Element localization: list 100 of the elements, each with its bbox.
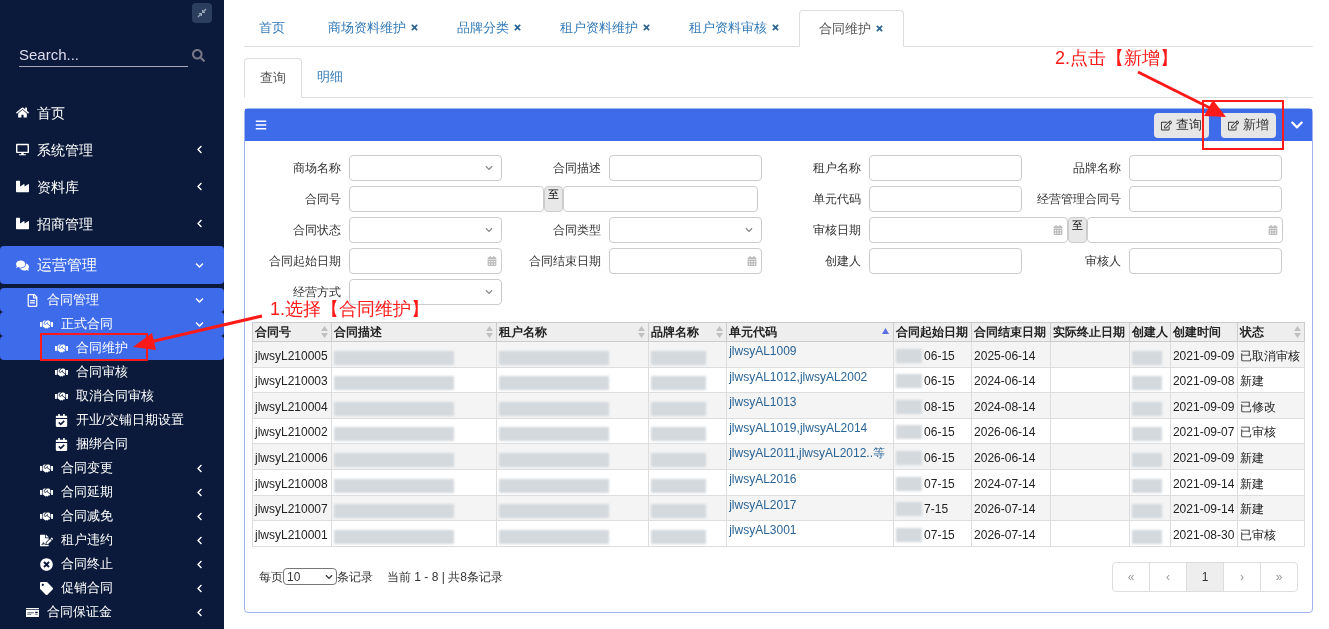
sidebar-item[interactable]: 合同终止 <box>0 552 224 576</box>
chevron-left-icon <box>195 583 204 593</box>
sidebar-item[interactable]: 合同保证金 <box>0 600 224 624</box>
sidebar-item[interactable]: 开业/交铺日期设置 <box>0 408 224 432</box>
sidebar-item[interactable]: 捆绑合同 <box>0 432 224 456</box>
input-field[interactable] <box>1129 155 1282 181</box>
sidebar-item[interactable]: 合同变更 <box>0 456 224 480</box>
table-cell-text: 新建 <box>1239 476 1264 491</box>
column-header[interactable]: 合同描述 <box>331 322 497 342</box>
table-cell-text: 2026-06-14 <box>974 450 1036 465</box>
column-header[interactable]: 单元代码 <box>726 322 894 342</box>
column-header[interactable]: 合同结束日期 <box>971 322 1051 342</box>
input-field[interactable] <box>869 186 1022 212</box>
blurred-area <box>650 452 706 467</box>
column-header[interactable]: 状态 <box>1237 322 1305 342</box>
column-header[interactable]: 创建时间 <box>1170 322 1238 342</box>
sidebar-item[interactable]: 系统管理 <box>0 131 224 168</box>
field-label: 单元代码 <box>812 191 862 207</box>
blurred-area <box>1131 478 1162 493</box>
table-cell-text: jlwsyL210002 <box>255 425 328 440</box>
sidebar-item[interactable]: 合同管理 <box>0 288 224 312</box>
table-cell-text: 06-15 <box>924 424 955 442</box>
select-field[interactable] <box>349 155 502 181</box>
table-cell-text: 06-15 <box>924 449 955 467</box>
select-field[interactable] <box>609 217 762 243</box>
field-label: 审核人 <box>1084 253 1122 269</box>
tab[interactable]: 首页 <box>244 9 309 46</box>
sidebar-item[interactable]: 首页 <box>0 94 224 131</box>
column-header[interactable]: 品牌名称 <box>648 322 727 342</box>
column-header[interactable]: 合同号 <box>252 322 332 342</box>
sidebar-item[interactable]: 运营管理 <box>0 246 224 284</box>
table-cell-text: jlwsyL210003 <box>255 374 328 389</box>
search-field[interactable]: Search... <box>19 43 188 67</box>
field-label: 合同结束日期 <box>528 253 602 269</box>
tab[interactable]: 查询 <box>244 58 302 98</box>
toolbar-button[interactable]: 新增 <box>1221 112 1276 138</box>
table-cell-text: 已修改 <box>1239 399 1276 414</box>
toolbar-button[interactable]: 查询 <box>1154 112 1209 138</box>
tag-icon <box>40 581 53 595</box>
sidebar-item[interactable]: 合同审核 <box>0 360 224 384</box>
sidebar-item[interactable]: 合同减免 <box>0 504 224 528</box>
field-label: 合同起始日期 <box>268 253 342 269</box>
sidebar-item[interactable]: 资料库 <box>0 168 224 205</box>
sidebar-item[interactable]: 正式合同 <box>0 312 224 336</box>
tab[interactable]: 合同维护 <box>799 10 904 47</box>
chevron-down-icon <box>195 295 204 305</box>
column-header[interactable]: 租户名称 <box>496 322 649 342</box>
sidebar-item[interactable]: 合同延期 <box>0 480 224 504</box>
input-field[interactable] <box>1129 186 1282 212</box>
edit-icon <box>1161 119 1172 131</box>
tab[interactable]: 明细 <box>302 57 358 97</box>
blurred-area <box>650 350 706 365</box>
calendar-icon <box>55 437 68 451</box>
input-field[interactable] <box>869 155 1022 181</box>
sidebar-item[interactable]: 租户违约 <box>0 528 224 552</box>
table-cell-text: 2026-07-14 <box>974 502 1036 517</box>
column-header[interactable]: 创建人 <box>1129 322 1171 342</box>
table-cell-text: 2025-06-14 <box>974 348 1036 363</box>
blurred-area <box>1131 401 1162 416</box>
input-field[interactable] <box>869 248 1022 274</box>
column-header[interactable]: 合同起始日期 <box>893 322 972 342</box>
caret-icon <box>485 164 493 172</box>
tab[interactable]: 租户资料审核 <box>670 9 799 46</box>
sidebar-item[interactable]: 合同维护 <box>0 336 224 360</box>
chevron-left-icon <box>195 559 204 569</box>
blurred-area <box>1131 452 1162 467</box>
chat-icon <box>16 258 29 272</box>
chevron-left-icon <box>195 607 204 617</box>
field-label: 商场名称 <box>292 160 342 176</box>
field-label: 创建人 <box>824 253 862 269</box>
column-header[interactable]: 实际终止日期 <box>1050 322 1130 342</box>
table-cell-text: 06-15 <box>924 373 955 391</box>
input-field[interactable] <box>1129 248 1282 274</box>
tab[interactable]: 租户资料维护 <box>541 9 670 46</box>
date-field[interactable] <box>869 217 1068 243</box>
field-label: 经营方式 <box>292 284 342 300</box>
table-cell-text: 2024-06-14 <box>974 374 1036 389</box>
collapse-button[interactable] <box>192 3 212 23</box>
date-field[interactable] <box>1087 217 1283 243</box>
select-field[interactable] <box>349 217 502 243</box>
field-label: 审核日期 <box>812 222 862 238</box>
date-field[interactable] <box>349 248 502 274</box>
table-cell-text: jlwsyL210001 <box>255 527 328 542</box>
tab[interactable]: 商场资料维护 <box>309 9 438 46</box>
table-cell-text: 2026-06-14 <box>974 425 1036 440</box>
range-separator: 至 <box>1068 217 1087 243</box>
sidebar-item[interactable]: 招商管理 <box>0 205 224 242</box>
input-field[interactable] <box>349 186 544 212</box>
table-cell-text: 7-15 <box>924 501 949 519</box>
date-field[interactable] <box>609 248 762 274</box>
document-icon <box>26 293 39 307</box>
pagination-button[interactable]: 1 <box>1186 561 1224 592</box>
input-field[interactable] <box>563 186 758 212</box>
sidebar-item[interactable]: 促销合同 <box>0 576 224 600</box>
input-field[interactable] <box>609 155 762 181</box>
sidebar-item[interactable]: 取消合同审核 <box>0 384 224 408</box>
caret-icon <box>325 572 333 581</box>
tab[interactable]: 品牌分类 <box>438 9 541 46</box>
per-page-select[interactable]: 10 <box>283 568 337 586</box>
caret-icon <box>745 226 753 234</box>
